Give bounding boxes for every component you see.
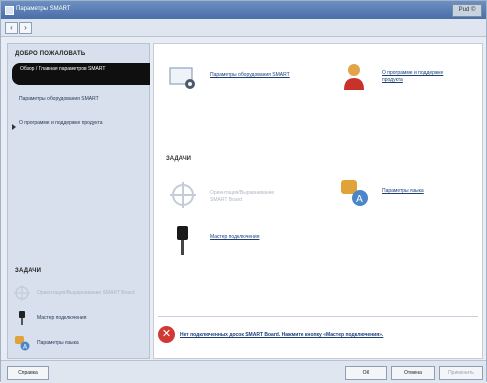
sidebar-item-overview[interactable]: Обзор / Главная параметров SMART: [12, 63, 150, 85]
back-button[interactable]: ‹: [5, 22, 18, 34]
language-settings-label: Параметры языка: [382, 188, 424, 194]
smart-settings-window: Параметры SMART Pud © ‹ › ДОБРО ПОЖАЛОВА…: [0, 0, 487, 383]
sidebar-task-label: Параметры языка: [37, 340, 79, 346]
divider: [158, 316, 478, 317]
window-title: Параметры SMART: [16, 6, 71, 12]
forward-button[interactable]: ›: [19, 22, 32, 34]
sidebar-item-hardware-settings[interactable]: Параметры оборудования SMART: [19, 96, 129, 103]
orientation-label: Ориентация/Выравнивание SMART Board: [210, 190, 275, 203]
sidebar-heading-welcome: ДОБРО ПОЖАЛОВАТЬ: [15, 51, 86, 57]
support-label: О программе и поддержке продукта: [382, 70, 444, 83]
cancel-button[interactable]: Отмена: [391, 366, 435, 380]
support-person-icon: [344, 64, 364, 90]
button-bar: Справка ОК Отмена Применить: [1, 360, 486, 383]
connection-wizard-link[interactable]: Мастер подключения: [168, 224, 308, 260]
sidebar-item-label: Обзор / Главная параметров SMART: [20, 66, 106, 72]
window-controls[interactable]: Pud ©: [452, 4, 482, 17]
warning-message: Нет подключенных досок SMART Board. Нажм…: [180, 332, 384, 338]
svg-text:A: A: [356, 194, 363, 205]
hardware-settings-icon: [169, 67, 195, 89]
sidebar: ДОБРО ПОЖАЛОВАТЬ Обзор / Главная парамет…: [7, 43, 150, 359]
help-button[interactable]: Справка: [7, 366, 49, 380]
sidebar-task-language[interactable]: A Параметры языка: [12, 334, 147, 354]
navigation-bar: ‹ ›: [1, 19, 486, 37]
sidebar-task-label: Ориентация/Выравнивание SMART Board: [37, 290, 135, 296]
connection-wizard-label: Мастер подключения: [210, 234, 260, 240]
orientation-link: Ориентация/Выравнивание SMART Board: [168, 180, 308, 216]
tasks-heading: ЗАДАЧИ: [166, 156, 191, 162]
main-content: Параметры оборудования SMART О программе…: [153, 43, 483, 359]
crosshair-icon: [14, 285, 30, 301]
language-icon: A: [15, 336, 30, 351]
hardware-settings-label: Параметры оборудования SMART: [210, 72, 290, 78]
title-bar: Параметры SMART Pud ©: [1, 1, 486, 19]
hardware-settings-link[interactable]: Параметры оборудования SMART: [168, 62, 308, 98]
sidebar-item-support[interactable]: О программе и поддержке продукта: [19, 120, 129, 127]
usb-cable-icon: [19, 311, 25, 325]
usb-cable-icon: [177, 226, 188, 255]
sidebar-task-connection-wizard[interactable]: Мастер подключения: [12, 309, 147, 329]
app-icon: [5, 6, 14, 15]
ok-button[interactable]: ОК: [345, 366, 387, 380]
bullet-arrow-icon: [12, 124, 16, 130]
sidebar-heading-tasks: ЗАДАЧИ: [15, 268, 42, 274]
sidebar-task-orientation: Ориентация/Выравнивание SMART Board: [12, 284, 147, 304]
error-icon: ✕: [158, 326, 175, 343]
warning-banner[interactable]: ✕ Нет подключенных досок SMART Board. На…: [158, 326, 478, 348]
sidebar-task-label: Мастер подключения: [37, 315, 87, 321]
apply-button[interactable]: Применить: [439, 366, 483, 380]
language-settings-link[interactable]: A Параметры языка: [340, 178, 480, 214]
crosshair-icon: [170, 182, 196, 208]
support-link[interactable]: О программе и поддержке продукта: [340, 60, 480, 96]
language-icon: A: [341, 180, 368, 206]
